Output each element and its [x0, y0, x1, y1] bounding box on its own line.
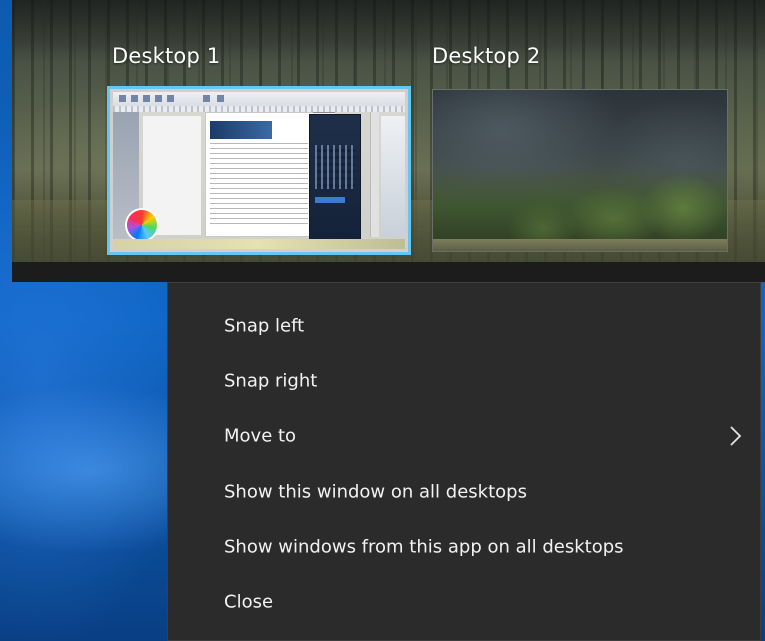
menu-item-close[interactable]: Close [168, 579, 760, 625]
desktop-1-label: Desktop 1 [112, 44, 221, 68]
menu-item-label: Close [224, 591, 274, 613]
menu-item-show-app-windows-all-desktops[interactable]: Show windows from this app on all deskto… [168, 524, 760, 570]
window-context-menu: Snap left Snap right Move to Show this w… [167, 282, 761, 641]
color-wheel-icon [127, 210, 157, 240]
menu-item-snap-left[interactable]: Snap left [168, 303, 760, 349]
wallpaper-forest [433, 168, 727, 248]
preview-calendar-window [309, 114, 361, 240]
menu-item-label: Move to [224, 425, 297, 447]
desktop-2-thumbnail[interactable] [432, 89, 728, 252]
menu-item-label: Show windows from this app on all deskto… [224, 536, 624, 558]
preview-document [205, 112, 315, 237]
menu-item-label: Show this window on all desktops [224, 481, 527, 503]
menu-item-label: Snap right [224, 370, 318, 392]
preview-scrollbar [370, 112, 379, 237]
preview-taskbar [113, 239, 405, 249]
desktop-1-thumbnail[interactable] [107, 86, 411, 255]
preview-toolbar [113, 92, 405, 107]
menu-item-move-to[interactable]: Move to [168, 413, 760, 459]
preview-right-app [381, 116, 405, 237]
wallpaper-ground [433, 239, 727, 251]
menu-item-label: Snap left [224, 315, 305, 337]
menu-item-snap-right[interactable]: Snap right [168, 358, 760, 404]
desktop-2-label: Desktop 2 [432, 44, 541, 68]
desktop-1-preview [113, 92, 405, 249]
chevron-right-icon [730, 426, 742, 446]
task-view-bottom-band [12, 262, 765, 282]
menu-item-show-window-all-desktops[interactable]: Show this window on all desktops [168, 469, 760, 515]
